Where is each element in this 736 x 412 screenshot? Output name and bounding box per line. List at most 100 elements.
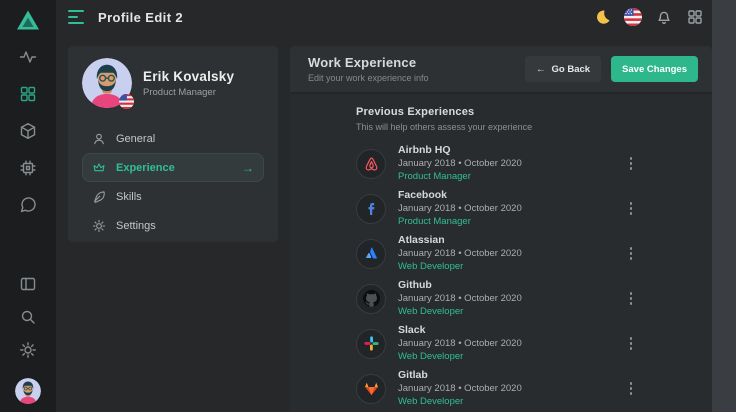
experience-text: Slack January 2018 • October 2020 Web De… <box>398 325 522 362</box>
gitlab-logo-icon <box>356 374 386 404</box>
experience-company: Airbnb HQ <box>398 145 522 156</box>
experience-role: Product Manager <box>398 172 522 182</box>
search-icon[interactable] <box>19 308 37 326</box>
row-menu-dots-icon[interactable] <box>626 243 637 264</box>
row-menu-dots-icon[interactable] <box>626 333 637 354</box>
nav-label: General <box>116 133 155 145</box>
row-menu-dots-icon[interactable] <box>626 153 637 174</box>
row-menu-dots-icon[interactable] <box>626 198 637 219</box>
work-header: Work Experience Edit your work experienc… <box>290 46 712 92</box>
profile-card: Erik Kovalsky Product Manager General Ex… <box>68 46 278 242</box>
experience-text: Airbnb HQ January 2018 • October 2020 Pr… <box>398 145 522 182</box>
experience-company: Facebook <box>398 190 522 201</box>
cpu-icon[interactable] <box>19 159 37 177</box>
nav-item-experience[interactable]: Experience → <box>82 153 264 182</box>
github-logo-icon <box>356 284 386 314</box>
menu-toggle-icon[interactable] <box>68 10 86 24</box>
layout-sidebar-icon[interactable] <box>19 275 37 293</box>
experience-role: Web Developer <box>398 307 522 317</box>
experience-text: Github January 2018 • October 2020 Web D… <box>398 280 522 317</box>
experience-dates: January 2018 • October 2020 <box>398 384 522 394</box>
nav-item-settings[interactable]: Settings <box>82 211 264 240</box>
dashboard-grid-icon[interactable] <box>19 85 37 103</box>
experience-row: Airbnb HQ January 2018 • October 2020 Pr… <box>356 141 712 186</box>
us-flag-badge-icon <box>119 94 134 109</box>
gear-icon <box>92 219 106 233</box>
experience-row: Github January 2018 • October 2020 Web D… <box>356 276 712 321</box>
profile-role: Product Manager <box>143 87 234 98</box>
experience-row: Gitlab January 2018 • October 2020 Web D… <box>356 366 712 411</box>
work-body: Previous Experiences This will help othe… <box>290 94 712 412</box>
slack-logo-icon <box>356 329 386 359</box>
nav-label: Skills <box>116 191 142 203</box>
profile-avatar-wrap <box>82 58 132 108</box>
atlassian-logo-icon <box>356 239 386 269</box>
profile-identity: Erik Kovalsky Product Manager <box>143 69 234 98</box>
facebook-logo-icon <box>356 194 386 224</box>
page-title: Profile Edit 2 <box>98 10 183 25</box>
work-header-text: Work Experience Edit your work experienc… <box>308 55 429 83</box>
activity-icon[interactable] <box>19 48 37 66</box>
profile-name: Erik Kovalsky <box>143 69 234 84</box>
experience-role: Product Manager <box>398 217 522 227</box>
notifications-bell-icon[interactable] <box>655 8 673 26</box>
icon-rail <box>0 0 56 412</box>
experience-dates: January 2018 • October 2020 <box>398 249 522 259</box>
experience-list: Airbnb HQ January 2018 • October 2020 Pr… <box>356 141 712 411</box>
arrow-right-icon: → <box>242 161 254 175</box>
row-menu-dots-icon[interactable] <box>626 288 637 309</box>
experience-text: Gitlab January 2018 • October 2020 Web D… <box>398 370 522 407</box>
right-edge-panel <box>712 0 736 412</box>
work-subtitle: Edit your work experience info <box>308 73 429 83</box>
airbnb-logo-icon <box>356 149 386 179</box>
experience-text: Atlassian January 2018 • October 2020 We… <box>398 235 522 272</box>
experience-row: Atlassian January 2018 • October 2020 We… <box>356 231 712 276</box>
experience-role: Web Developer <box>398 352 522 362</box>
work-title: Work Experience <box>308 55 429 70</box>
nav-label: Experience <box>116 162 175 174</box>
arrow-left-icon: ← <box>536 64 546 75</box>
experience-dates: January 2018 • October 2020 <box>398 339 522 349</box>
nav-label: Settings <box>116 220 156 232</box>
package-box-icon[interactable] <box>19 122 37 140</box>
rail-top-group <box>19 48 37 214</box>
rail-bottom-group <box>15 275 41 404</box>
save-changes-button[interactable]: Save Changes <box>611 56 698 82</box>
section-title: Previous Experiences <box>356 106 712 118</box>
experience-company: Github <box>398 280 522 291</box>
experience-role: Web Developer <box>398 397 522 407</box>
experience-company: Slack <box>398 325 522 336</box>
experience-dates: January 2018 • October 2020 <box>398 159 522 169</box>
experience-company: Gitlab <box>398 370 522 381</box>
topbar: Profile Edit 2 <box>56 0 712 34</box>
profile-nav: General Experience → Skills Settings <box>82 124 264 240</box>
experience-text: Facebook January 2018 • October 2020 Pro… <box>398 190 522 227</box>
experience-role: Web Developer <box>398 262 522 272</box>
chat-bubble-icon[interactable] <box>19 196 37 214</box>
go-back-button[interactable]: ← Go Back <box>525 56 601 82</box>
dark-mode-moon-icon[interactable] <box>593 8 611 26</box>
section-subtitle: This will help others assess your experi… <box>356 122 712 132</box>
content-area: Erik Kovalsky Product Manager General Ex… <box>56 34 712 412</box>
experience-row: Facebook January 2018 • October 2020 Pro… <box>356 186 712 231</box>
apps-grid-icon[interactable] <box>686 8 704 26</box>
feather-icon <box>92 190 106 204</box>
row-menu-dots-icon[interactable] <box>626 378 637 399</box>
user-avatar-small[interactable] <box>15 378 41 404</box>
main-column: Profile Edit 2 <box>56 0 712 412</box>
experience-dates: January 2018 • October 2020 <box>398 294 522 304</box>
app-logo-icon[interactable] <box>15 8 41 32</box>
settings-gear-icon[interactable] <box>19 341 37 359</box>
crown-icon <box>92 161 106 175</box>
experience-row: Slack January 2018 • October 2020 Web De… <box>356 321 712 366</box>
language-us-flag-icon[interactable] <box>624 8 642 26</box>
nav-item-skills[interactable]: Skills <box>82 182 264 211</box>
app-window: Profile Edit 2 <box>0 0 736 412</box>
profile-card-header: Erik Kovalsky Product Manager <box>82 58 264 108</box>
nav-item-general[interactable]: General <box>82 124 264 153</box>
topbar-actions <box>593 8 704 26</box>
experience-company: Atlassian <box>398 235 522 246</box>
user-icon <box>92 132 106 146</box>
work-actions: ← Go Back Save Changes <box>525 56 698 82</box>
experience-dates: January 2018 • October 2020 <box>398 204 522 214</box>
